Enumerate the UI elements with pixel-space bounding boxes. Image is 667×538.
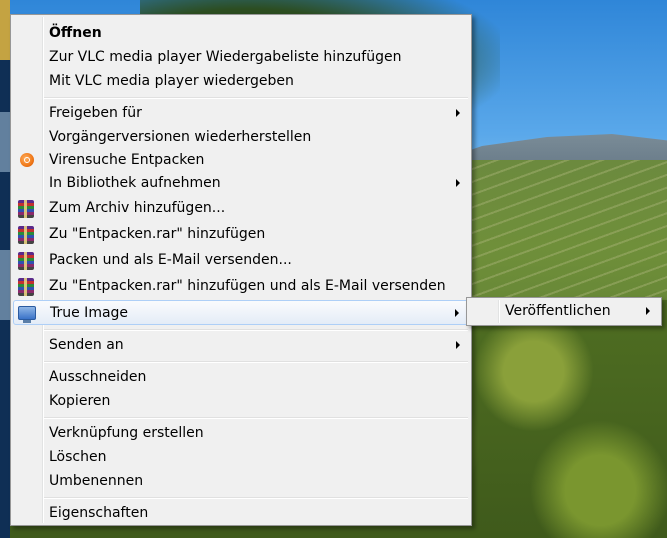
menu-separator — [44, 417, 468, 419]
menu-item-label: In Bibliothek aufnehmen — [49, 175, 221, 191]
winrar-icon — [18, 226, 34, 244]
menu-item-label: Zur VLC media player Wiedergabeliste hin… — [49, 49, 402, 65]
menu-item-compress-and-email[interactable]: Packen und als E-Mail versenden... — [13, 249, 469, 272]
menu-item-delete[interactable]: Löschen — [13, 446, 469, 469]
menu-item-label: Zum Archiv hinzufügen... — [49, 200, 226, 216]
menu-item-copy[interactable]: Kopieren — [13, 390, 469, 413]
menu-item-virus-scan[interactable]: Virensuche Entpacken — [13, 149, 469, 172]
winrar-icon — [18, 252, 34, 270]
menu-item-send-to[interactable]: Senden an — [13, 334, 469, 357]
menu-item-properties[interactable]: Eigenschaften — [13, 502, 469, 525]
menu-item-label: Senden an — [49, 337, 124, 353]
menu-item-label: Zu "Entpacken.rar" hinzufügen — [49, 226, 266, 242]
menu-item-label: Veröffentlichen — [505, 303, 611, 319]
menu-item-label: Umbenennen — [49, 473, 144, 489]
menu-item-label: Vorgängerversionen wiederherstellen — [49, 129, 312, 145]
menu-item-add-to-rar-and-email[interactable]: Zu "Entpacken.rar" hinzufügen und als E-… — [13, 275, 469, 298]
menu-item-add-to-rar[interactable]: Zu "Entpacken.rar" hinzufügen — [13, 223, 469, 246]
menu-item-vlc-add-playlist[interactable]: Zur VLC media player Wiedergabeliste hin… — [13, 46, 469, 69]
menu-item-vlc-play[interactable]: Mit VLC media player wiedergeben — [13, 70, 469, 93]
menu-item-label: True Image — [50, 305, 129, 321]
submenu-arrow-icon — [456, 109, 460, 117]
menu-separator — [44, 361, 468, 363]
menu-item-label: Virensuche Entpacken — [49, 152, 205, 168]
menu-item-create-shortcut[interactable]: Verknüpfung erstellen — [13, 422, 469, 445]
menu-item-include-in-library[interactable]: In Bibliothek aufnehmen — [13, 172, 469, 195]
menu-item-label: Freigeben für — [49, 105, 142, 121]
desktop-icon[interactable] — [0, 112, 10, 172]
menu-item-true-image[interactable]: True Image — [13, 300, 469, 325]
menu-item-open[interactable]: Öffnen — [13, 22, 469, 45]
context-menu: Öffnen Zur VLC media player Wiedergabeli… — [10, 14, 472, 526]
desktop-icon[interactable] — [0, 0, 10, 60]
menu-item-label: Öffnen — [49, 25, 102, 41]
menu-item-share-with[interactable]: Freigeben für — [13, 102, 469, 125]
menu-item-label: Zu "Entpacken.rar" hinzufügen und als E-… — [49, 278, 446, 294]
menu-item-label: Eigenschaften — [49, 505, 149, 521]
menu-separator — [44, 97, 468, 99]
winrar-icon — [18, 278, 34, 296]
menu-item-add-to-archive[interactable]: Zum Archiv hinzufügen... — [13, 197, 469, 220]
menu-item-publish[interactable]: Veröffentlichen — [469, 300, 659, 323]
menu-item-label: Mit VLC media player wiedergeben — [49, 73, 294, 89]
submenu-arrow-icon — [456, 341, 460, 349]
menu-item-cut[interactable]: Ausschneiden — [13, 366, 469, 389]
true-image-submenu: Veröffentlichen — [466, 297, 662, 326]
true-image-icon — [18, 306, 36, 323]
menu-separator — [44, 329, 468, 331]
menu-item-label: Kopieren — [49, 393, 111, 409]
submenu-arrow-icon — [455, 309, 459, 317]
menu-item-label: Packen und als E-Mail versenden... — [49, 252, 292, 268]
submenu-arrow-icon — [646, 307, 650, 315]
avast-icon — [20, 153, 34, 167]
winrar-icon — [18, 200, 34, 218]
menu-item-label: Löschen — [49, 449, 107, 465]
desktop-icon[interactable] — [0, 250, 10, 320]
menu-separator — [44, 497, 468, 499]
menu-item-label: Verknüpfung erstellen — [49, 425, 204, 441]
menu-item-label: Ausschneiden — [49, 369, 147, 385]
submenu-arrow-icon — [456, 179, 460, 187]
menu-item-restore-previous-versions[interactable]: Vorgängerversionen wiederherstellen — [13, 126, 469, 149]
menu-item-rename[interactable]: Umbenennen — [13, 470, 469, 493]
